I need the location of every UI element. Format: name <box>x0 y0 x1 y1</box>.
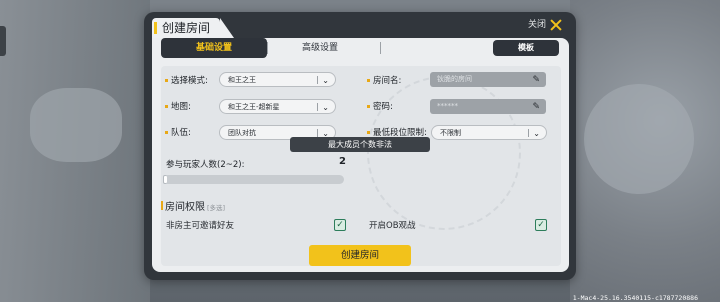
password-value: ****** <box>437 102 458 110</box>
multi-select-tag: [多选] <box>207 204 226 212</box>
room-name-placeholder: 钬脆的房间 <box>437 75 472 83</box>
create-room-button[interactable]: 创建房间 <box>309 245 411 266</box>
bullet-icon <box>165 105 168 108</box>
background-decoration-right <box>584 84 694 194</box>
dialog-title: 创建房间 <box>152 18 235 38</box>
tab-basic-settings[interactable]: 基础设置 <box>161 38 267 58</box>
invite-friends-checkbox[interactable]: ✓ <box>334 219 346 231</box>
team-value: 团队对抗 <box>228 129 256 137</box>
map-value: 和王之王-超新星 <box>228 103 280 111</box>
mode-select[interactable]: 和王之王 ⌄ <box>219 72 336 87</box>
ob-spectate-label: 开启OB观战 <box>369 221 416 231</box>
pencil-icon[interactable]: ✎ <box>532 73 540 88</box>
password-input[interactable]: ****** ✎ <box>430 99 546 114</box>
bullet-icon <box>367 79 370 82</box>
room-name-input[interactable]: 钬脆的房间 ✎ <box>430 72 546 87</box>
version-text: 1-Mac4-25.16.3540115-c1787720886 <box>572 294 698 302</box>
pencil-icon[interactable]: ✎ <box>532 100 540 115</box>
error-toast: 最大成员个数非法 <box>290 137 430 152</box>
select-divider <box>317 129 318 137</box>
select-divider <box>317 103 318 111</box>
bullet-icon <box>165 131 168 134</box>
select-divider <box>317 76 318 84</box>
password-label: 密码: <box>367 100 393 114</box>
select-divider <box>528 129 529 137</box>
background-decoration <box>30 88 122 162</box>
chevron-down-icon: ⌄ <box>322 103 329 112</box>
room-name-label: 房间名: <box>367 74 401 88</box>
close-label: 关闭 <box>527 20 546 30</box>
tab-bar: 基础设置 高级设置 模板 <box>161 38 561 60</box>
min-rank-select[interactable]: 不限制 ⌄ <box>431 125 547 140</box>
min-rank-value: 不限制 <box>440 129 461 137</box>
tab-divider <box>380 42 381 54</box>
check-icon: ✓ <box>537 220 545 230</box>
bullet-icon <box>165 79 168 82</box>
close-icon <box>550 19 562 31</box>
invite-friends-label: 非房主可邀请好友 <box>166 221 235 231</box>
player-count-slider[interactable] <box>163 175 344 184</box>
player-count-value: 2 <box>339 156 346 167</box>
mode-label: 选择模式: <box>165 74 208 88</box>
player-count-label: 参与玩家人数(2~2): <box>166 160 245 170</box>
map-label: 地图: <box>165 100 191 114</box>
slider-handle[interactable] <box>164 176 167 183</box>
team-label: 队伍: <box>165 126 191 140</box>
ob-spectate-checkbox[interactable]: ✓ <box>535 219 547 231</box>
chevron-down-icon: ⌄ <box>322 76 329 85</box>
tab-advanced-settings[interactable]: 高级设置 <box>267 38 373 58</box>
permissions-title-text: 房间权限 <box>165 202 205 213</box>
tab-divider <box>267 42 268 54</box>
side-handle <box>0 26 6 56</box>
bullet-icon <box>367 105 370 108</box>
bullet-icon <box>367 131 370 134</box>
map-select[interactable]: 和王之王-超新星 ⌄ <box>219 99 336 114</box>
check-icon: ✓ <box>336 220 344 230</box>
chevron-down-icon: ⌄ <box>533 129 540 138</box>
mode-value: 和王之王 <box>228 76 256 84</box>
close-button[interactable]: 关闭 <box>528 16 562 34</box>
template-button[interactable]: 模板 <box>493 40 559 56</box>
permissions-title: 房间权限 [多选] <box>160 198 226 213</box>
